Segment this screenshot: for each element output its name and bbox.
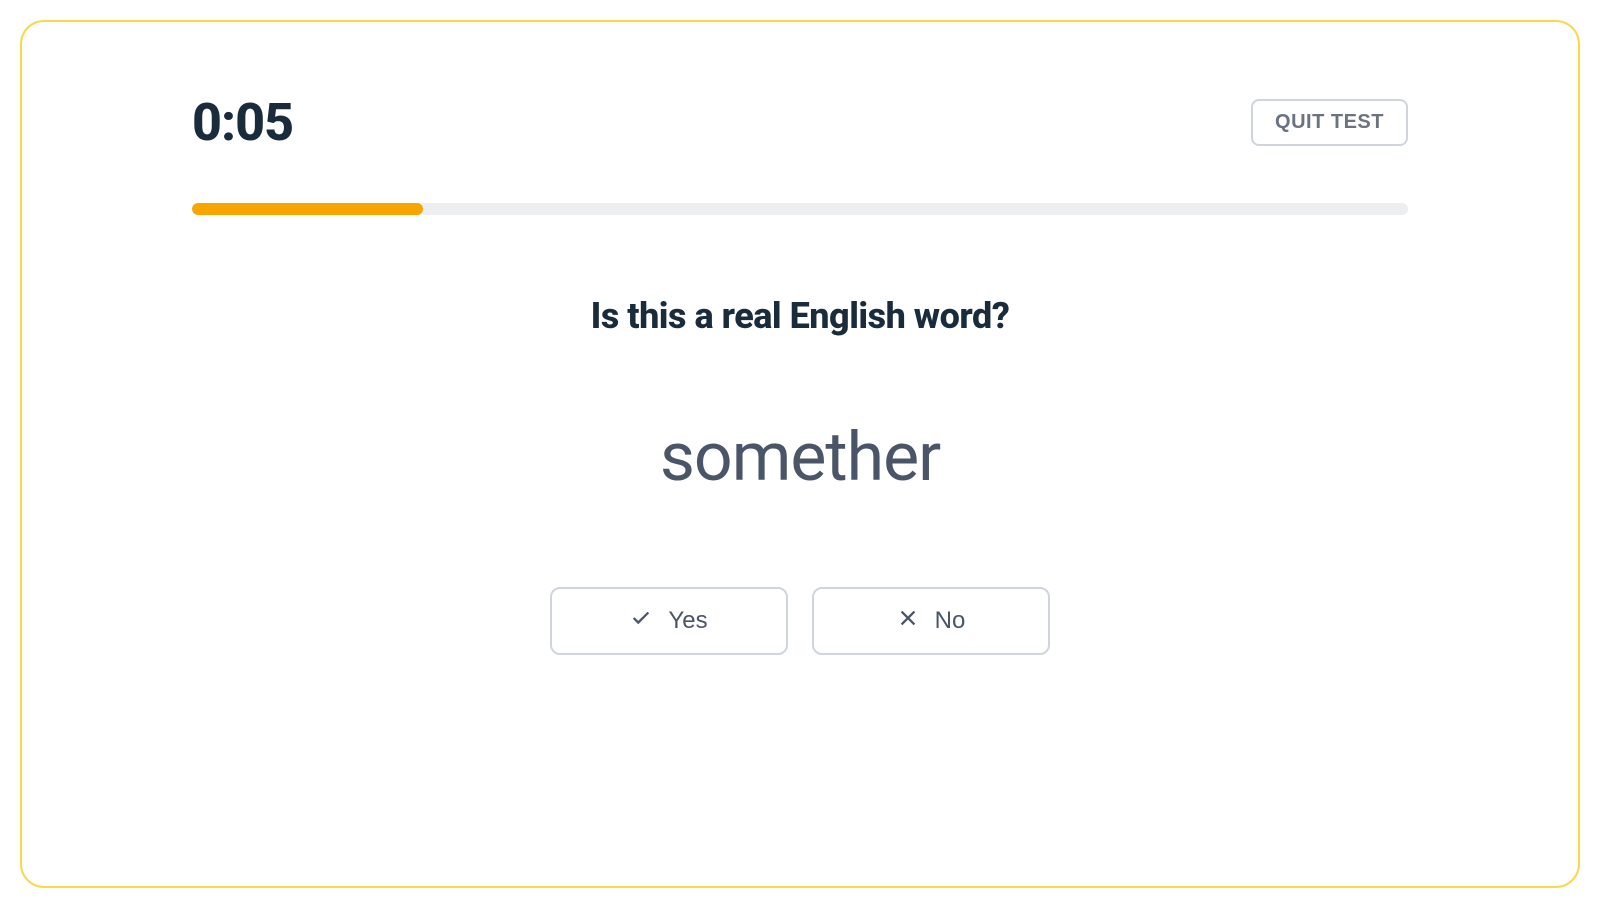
- progress-bar: [192, 203, 1408, 215]
- question-prompt: Is this a real English word?: [192, 295, 1408, 337]
- answer-buttons-row: Yes No: [192, 587, 1408, 655]
- x-icon: [897, 607, 919, 636]
- progress-fill: [192, 203, 423, 215]
- yes-button[interactable]: Yes: [550, 587, 788, 655]
- quit-test-button[interactable]: QUIT TEST: [1251, 99, 1408, 146]
- no-button[interactable]: No: [812, 587, 1050, 655]
- check-icon: [630, 607, 652, 636]
- test-word: somether: [192, 417, 1408, 497]
- yes-label: Yes: [668, 607, 707, 635]
- header-row: 0:05 QUIT TEST: [192, 92, 1408, 153]
- no-label: No: [935, 607, 966, 635]
- timer: 0:05: [192, 92, 293, 153]
- test-card: 0:05 QUIT TEST Is this a real English wo…: [20, 20, 1580, 888]
